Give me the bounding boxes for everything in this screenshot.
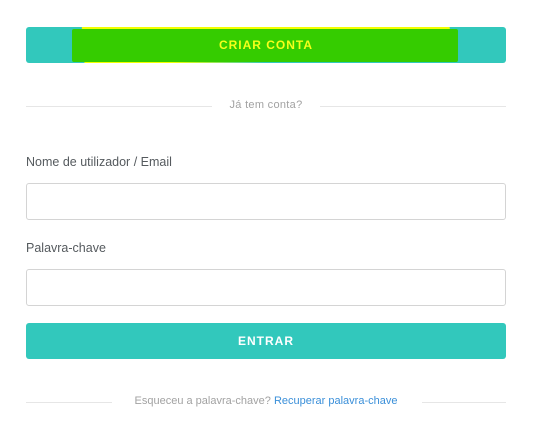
already-have-account-divider: Já tem conta? [26, 99, 506, 113]
create-account-label: CRIAR CONTA [218, 38, 314, 52]
login-button[interactable]: ENTRAR [26, 323, 506, 359]
login-form: CRIAR CONTA Já tem conta? Nome de utiliz… [0, 0, 553, 426]
password-label: Palavra-chave [26, 241, 106, 255]
forgot-password-text: Esqueceu a palavra-chave? [134, 395, 274, 407]
username-input[interactable] [26, 183, 506, 220]
forgot-password-row: Esqueceu a palavra-chave? Recuperar pala… [26, 395, 506, 407]
password-input[interactable] [26, 269, 506, 306]
recover-password-link[interactable]: Recuperar palavra-chave [274, 395, 398, 407]
forgot-password-divider: Esqueceu a palavra-chave? Recuperar pala… [26, 395, 506, 409]
divider-line [422, 402, 506, 403]
create-account-button[interactable]: CRIAR CONTA [26, 27, 506, 63]
divider-line [320, 106, 506, 107]
already-have-account-text: Já tem conta? [229, 99, 303, 111]
username-label: Nome de utilizador / Email [26, 155, 172, 169]
